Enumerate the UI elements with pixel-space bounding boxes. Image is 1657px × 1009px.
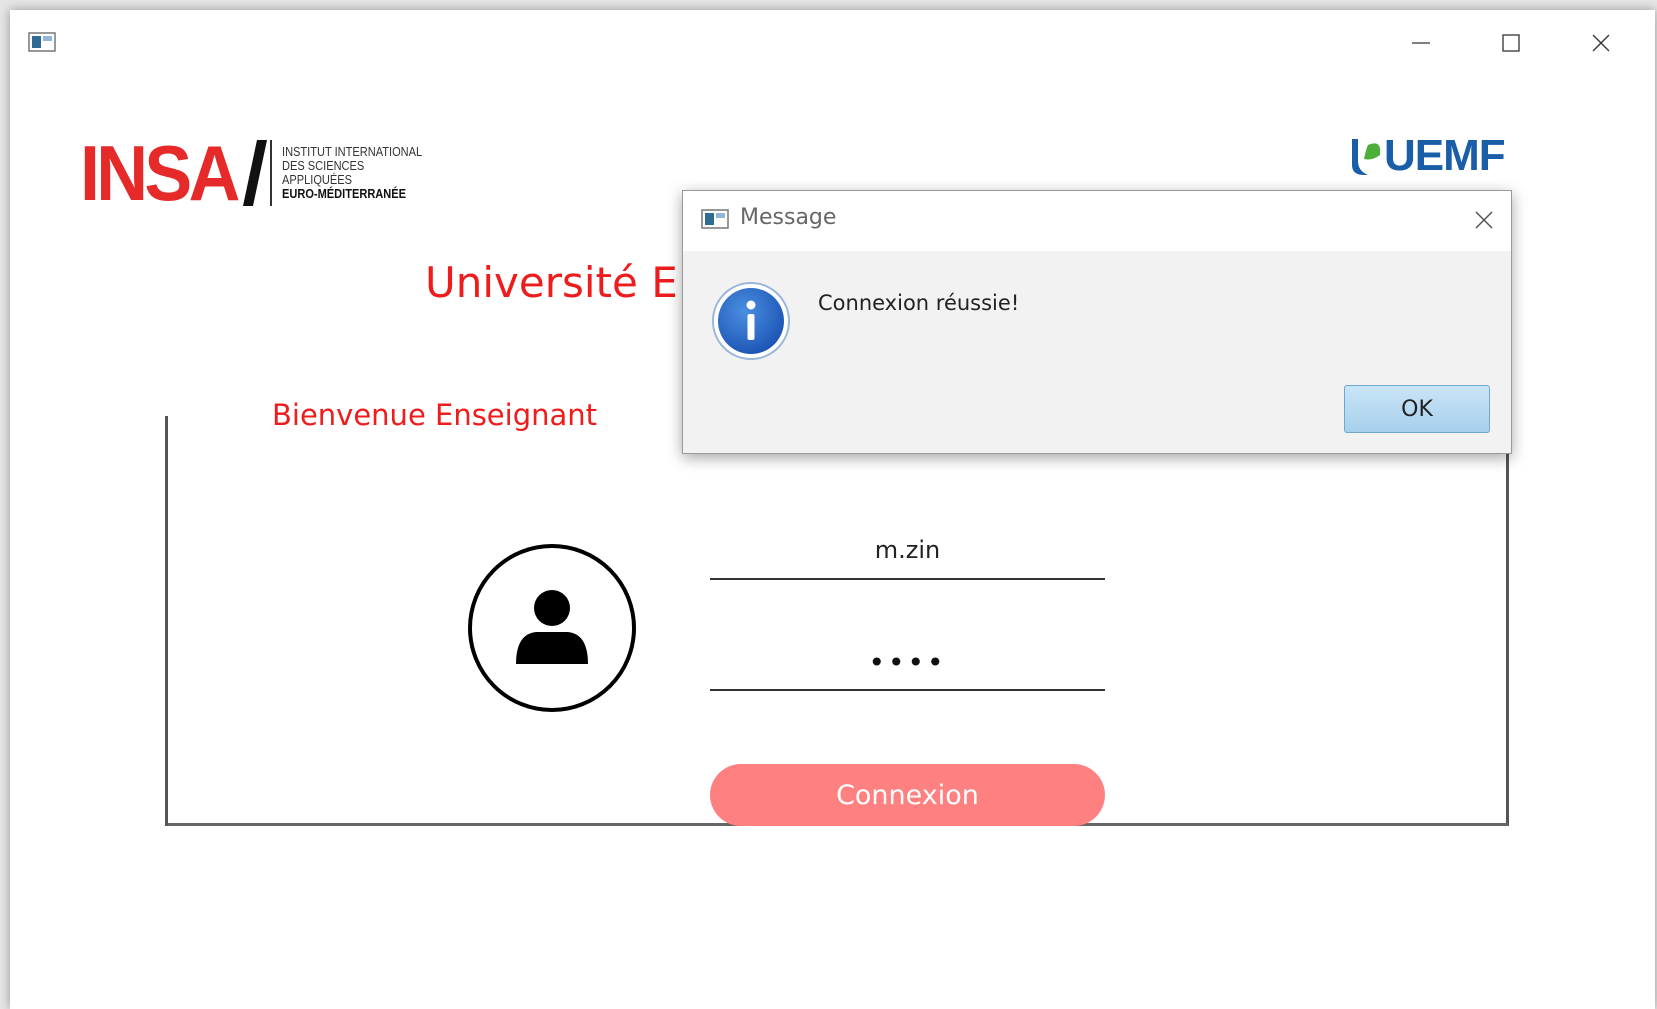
insa-logo-word: INSA	[80, 129, 240, 217]
form-frame-right-border	[1506, 416, 1509, 826]
app-icon	[28, 32, 56, 52]
form-frame-left-border	[165, 416, 168, 826]
dialog-app-icon	[701, 209, 729, 229]
user-avatar-icon	[468, 544, 636, 712]
insa-logo: INSA INSTITUT INTERNATIONAL DES SCIENCES…	[80, 134, 447, 212]
connexion-button[interactable]: Connexion	[710, 764, 1105, 826]
maximize-icon[interactable]	[1494, 28, 1528, 58]
dialog-title: Message	[740, 205, 837, 230]
username-input[interactable]: m.zin	[710, 530, 1105, 580]
insa-logo-line: INSTITUT INTERNATIONAL	[282, 144, 423, 159]
welcome-heading: Bienvenue Enseignant	[272, 398, 598, 432]
app-window: INSA INSTITUT INTERNATIONAL DES SCIENCES…	[10, 10, 1655, 1009]
insa-logo-mark	[243, 140, 268, 206]
insa-logo-divider	[270, 140, 273, 206]
ok-button[interactable]: OK	[1344, 385, 1490, 433]
insa-logo-subtitle: INSTITUT INTERNATIONAL DES SCIENCES APPL…	[282, 145, 422, 201]
uemf-logo-word: UEMF	[1384, 131, 1506, 180]
info-icon	[712, 282, 790, 360]
page-title: Université E	[425, 258, 678, 307]
insa-logo-line: APPLIQUÉES	[282, 172, 353, 187]
uemf-leaf-icon	[1352, 139, 1381, 175]
insa-logo-line: EURO-MÉDITERRANÉE	[282, 186, 407, 201]
insa-logo-line: DES SCIENCES	[282, 158, 365, 173]
dialog-message: Connexion réussie!	[818, 291, 1020, 315]
window-titlebar[interactable]	[10, 10, 1655, 72]
minimize-icon[interactable]	[1404, 28, 1438, 58]
dialog-close-icon[interactable]	[1469, 205, 1499, 235]
message-dialog: Message Connexion réussie! OK	[682, 190, 1512, 454]
uemf-logo: UEMF	[1348, 131, 1506, 180]
close-icon[interactable]	[1584, 28, 1618, 58]
dialog-titlebar[interactable]: Message	[683, 191, 1511, 251]
password-input[interactable]: ••••	[710, 643, 1105, 691]
